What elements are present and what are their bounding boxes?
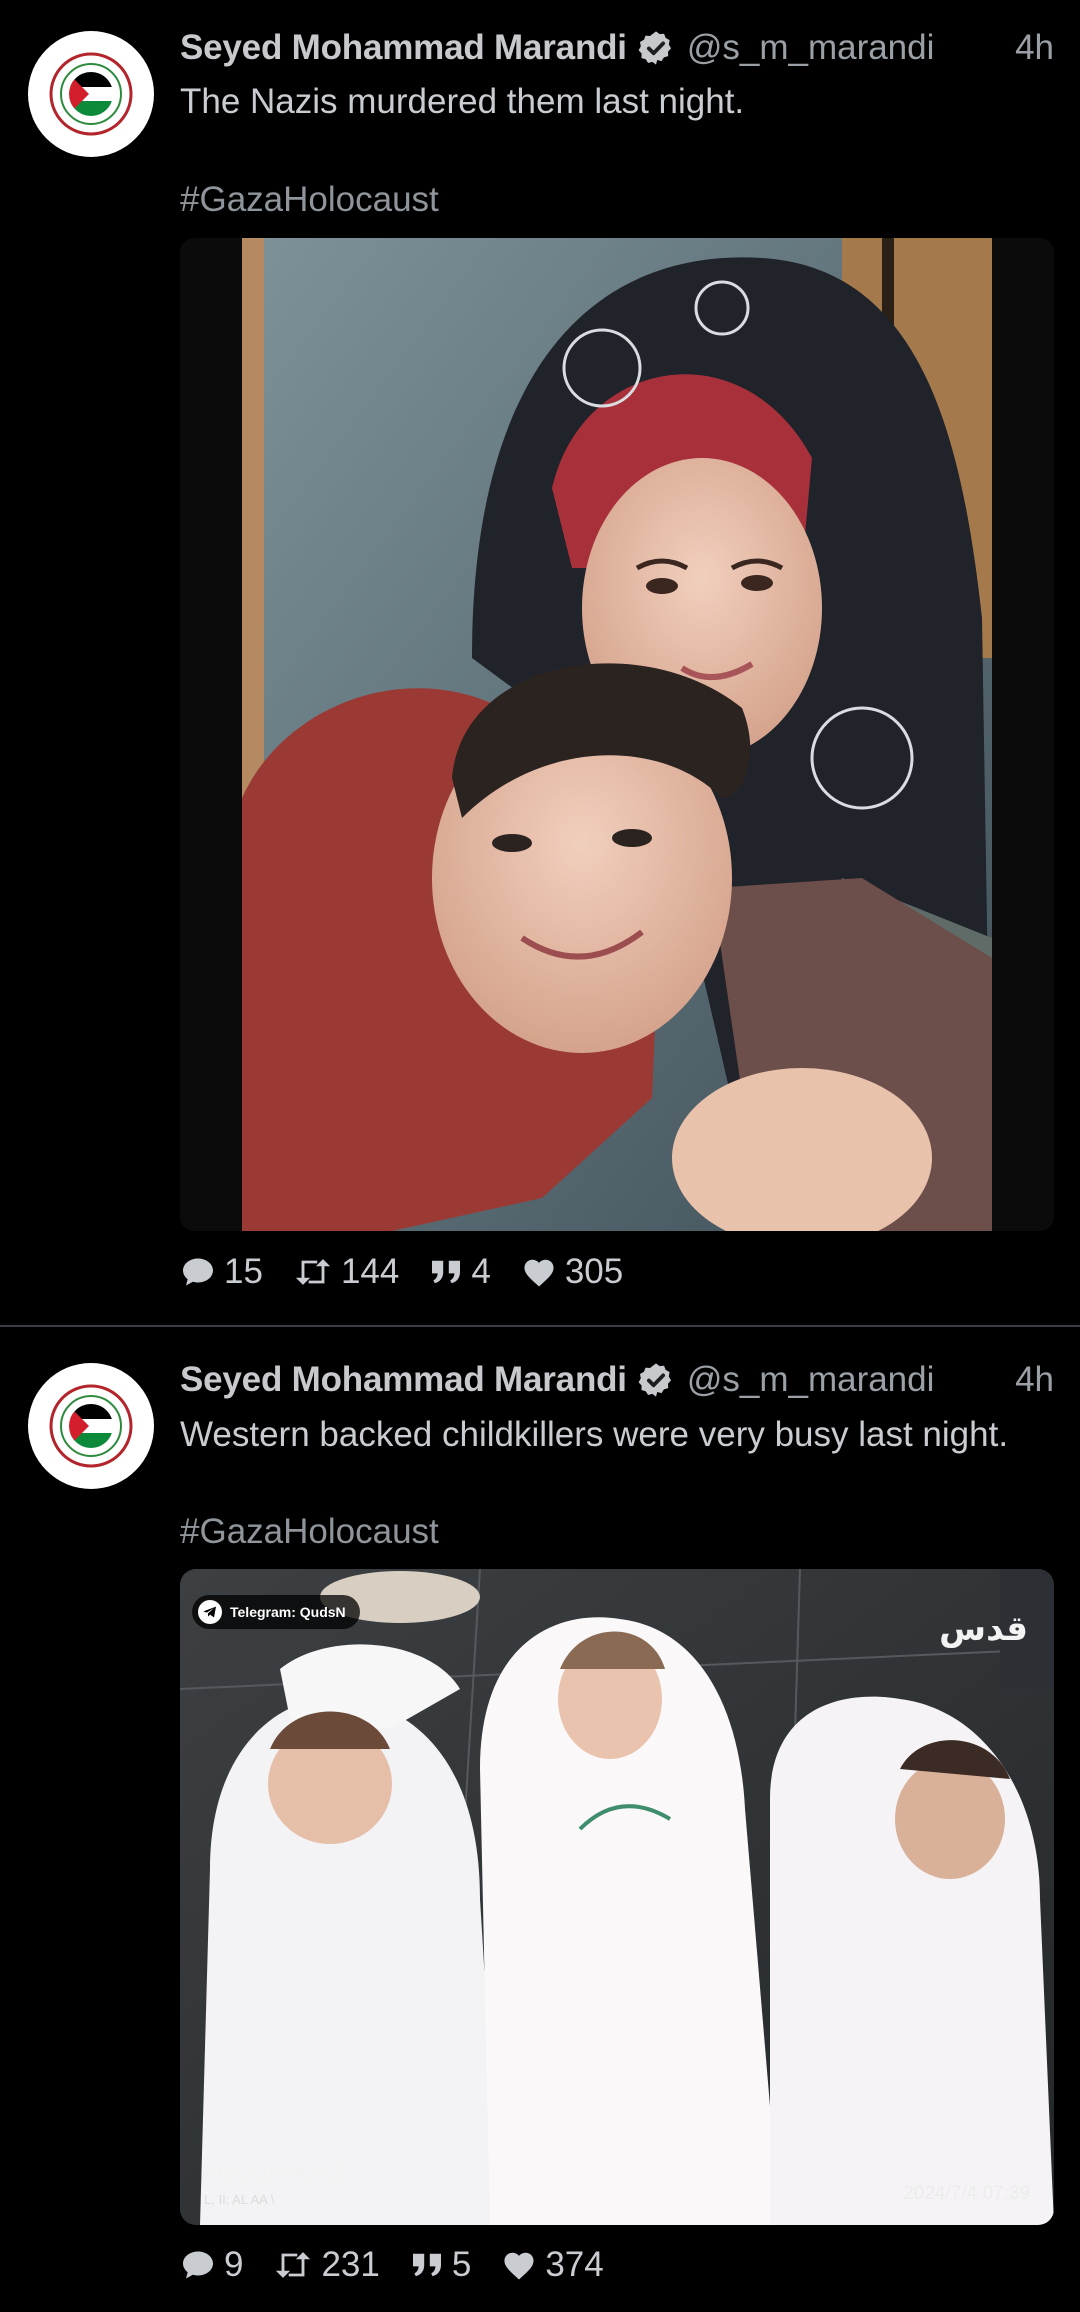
reply-button[interactable]: 15 [180, 1252, 263, 1292]
shrouded-children-photo [180, 1569, 1054, 2225]
hashtag-link[interactable]: #GazaHolocaust [180, 180, 439, 220]
reply-count: 9 [224, 2245, 244, 2284]
like-button[interactable]: 305 [521, 1252, 623, 1292]
quds-logo: قدس [939, 1609, 1028, 1649]
repost-icon [276, 2252, 311, 2278]
telegram-icon [198, 1600, 222, 1624]
post-image[interactable]: Telegram: QudsN قدس POCOPHONE L, II: AL … [180, 1569, 1054, 2225]
heart-icon [504, 2252, 534, 2280]
like-button[interactable]: 374 [501, 2245, 604, 2285]
camera-watermark: POCOPHONE [202, 2161, 350, 2186]
hashtag-link[interactable]: #GazaHolocaust [180, 1512, 439, 1552]
reply-count: 15 [224, 1252, 263, 1291]
quote-icon [432, 1260, 461, 1284]
repost-count: 231 [321, 2245, 380, 2284]
repost-icon [295, 1259, 331, 1285]
post-image[interactable] [180, 238, 1054, 1231]
verified-badge-icon [638, 31, 671, 65]
heart-icon [524, 1259, 554, 1287]
save-gaza-logo-icon [49, 1384, 133, 1468]
avatar[interactable] [28, 31, 154, 157]
author-handle[interactable]: @s_m_marandi [687, 1360, 935, 1400]
engagement-bar: 9 231 5 374 [180, 2245, 634, 2285]
post-text: Western backed childkillers were very bu… [180, 1415, 1009, 1454]
verified-badge-icon [638, 1363, 671, 1397]
like-count: 374 [545, 2245, 604, 2284]
repost-button[interactable]: 231 [273, 2245, 380, 2285]
repost-count: 144 [340, 1252, 400, 1291]
telegram-watermark: Telegram: QudsN [192, 1595, 360, 1629]
telegram-label: Telegram: QudsN [230, 1604, 346, 1620]
quote-icon [412, 2253, 441, 2277]
post-time: 4h [1015, 1360, 1054, 1399]
post-1[interactable]: Seyed Mohammad Marandi @s_m_marandi 4h T… [0, 0, 1080, 1325]
post-time: 4h [1015, 28, 1054, 67]
author-handle[interactable]: @s_m_marandi [687, 28, 935, 68]
reply-icon [183, 1258, 213, 1286]
quote-button[interactable]: 4 [429, 1252, 491, 1292]
mother-son-photo [242, 238, 992, 1231]
author-name[interactable]: Seyed Mohammad Marandi [180, 28, 627, 68]
like-count: 305 [564, 1252, 624, 1291]
photo-timestamp: 2024/7/4 07:39 [903, 2183, 1030, 2204]
quote-count: 5 [451, 2245, 472, 2284]
repost-button[interactable]: 144 [293, 1252, 399, 1292]
save-gaza-logo-icon [49, 52, 133, 136]
reply-icon [183, 2251, 213, 2279]
quote-button[interactable]: 5 [410, 2245, 471, 2285]
quote-count: 4 [471, 1252, 491, 1291]
post-text: The Nazis murdered them last night. [180, 82, 745, 121]
post-2[interactable]: Seyed Mohammad Marandi @s_m_marandi 4h W… [0, 1327, 1080, 2312]
avatar[interactable] [28, 1363, 154, 1489]
camera-watermark-sub: L, II: AL AA \ [204, 2192, 275, 2207]
author-name[interactable]: Seyed Mohammad Marandi [180, 1360, 627, 1400]
reply-button[interactable]: 9 [180, 2245, 243, 2285]
engagement-bar: 15 144 4 305 [180, 1252, 653, 1292]
